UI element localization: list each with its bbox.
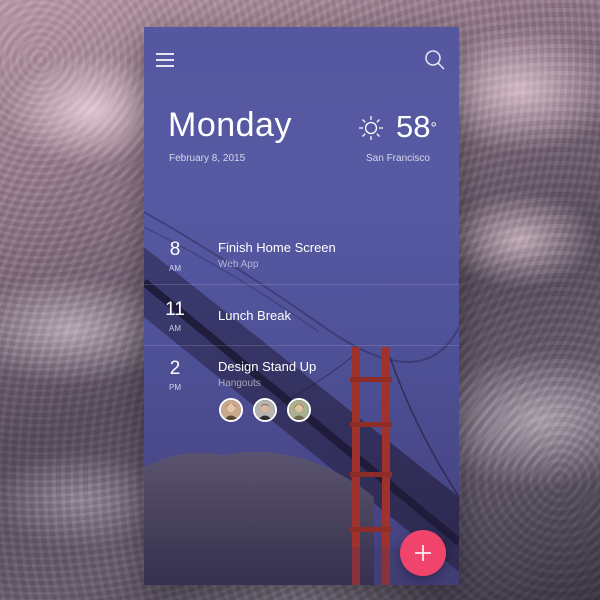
top-bar bbox=[144, 27, 459, 97]
avatar-person-icon bbox=[255, 400, 275, 420]
sun-icon bbox=[358, 115, 384, 141]
avatar-person-icon bbox=[289, 400, 309, 420]
event-subtitle: Web App bbox=[218, 259, 259, 270]
plus-icon bbox=[415, 545, 431, 561]
phone-app-card: Monday February 8, 2015 58° San Francisc… bbox=[144, 27, 459, 585]
event-item[interactable]: 11 AM Lunch Break bbox=[144, 297, 459, 347]
degree-symbol: ° bbox=[430, 120, 437, 137]
event-ampm: AM bbox=[169, 324, 181, 333]
event-title: Lunch Break bbox=[218, 308, 291, 323]
event-ampm: AM bbox=[169, 264, 181, 273]
avatar[interactable] bbox=[253, 398, 277, 422]
event-hour: 11 bbox=[165, 299, 185, 320]
avatar[interactable] bbox=[287, 398, 311, 422]
menu-icon bbox=[156, 53, 174, 55]
event-item[interactable]: 8 AM Finish Home Screen Web App bbox=[144, 237, 459, 289]
date-label: February 8, 2015 bbox=[169, 153, 246, 164]
event-title: Finish Home Screen bbox=[218, 240, 336, 255]
event-hour: 2 bbox=[169, 358, 181, 379]
temperature: 58° bbox=[396, 109, 437, 145]
event-ampm: PM bbox=[169, 383, 181, 392]
divider bbox=[144, 345, 459, 346]
search-icon bbox=[425, 50, 445, 70]
event-title: Design Stand Up bbox=[218, 359, 317, 374]
add-event-button[interactable] bbox=[400, 530, 446, 576]
avatar[interactable] bbox=[219, 398, 243, 422]
event-item[interactable]: 2 PM Design Stand Up Hangouts bbox=[144, 356, 459, 430]
city-label: San Francisco bbox=[366, 153, 430, 164]
search-button[interactable] bbox=[424, 49, 446, 71]
temperature-value: 58 bbox=[396, 109, 431, 144]
event-hour: 8 bbox=[169, 239, 181, 260]
divider bbox=[144, 284, 459, 285]
menu-button[interactable] bbox=[156, 51, 174, 67]
event-subtitle: Hangouts bbox=[218, 378, 261, 389]
day-title: Monday bbox=[168, 106, 292, 144]
avatar-person-icon bbox=[221, 400, 241, 420]
